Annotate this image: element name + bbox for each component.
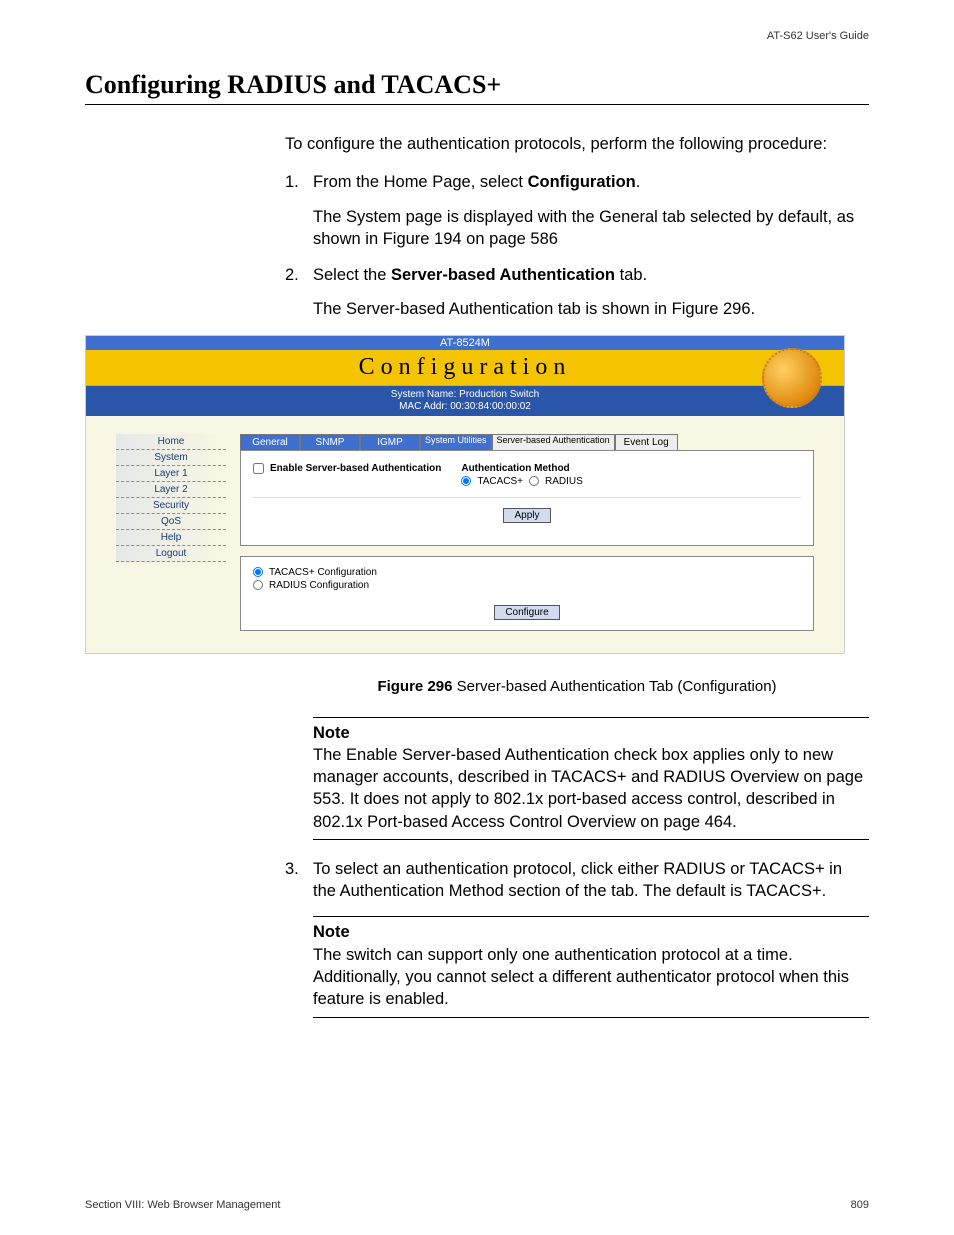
- auth-method-group: Authentication Method TACACS+ RADIUS: [461, 463, 582, 487]
- step-3-num: 3.: [285, 858, 299, 880]
- figure-caption-text: Server-based Authentication Tab (Configu…: [452, 678, 776, 695]
- step-2-text-b: tab.: [615, 266, 647, 284]
- fig-banner: Configuration: [86, 350, 844, 386]
- nav-home[interactable]: Home: [116, 434, 226, 450]
- step-2-text-a: Select the: [313, 266, 391, 284]
- radius-config-radio[interactable]: [253, 580, 263, 590]
- fig-panel-config: TACACS+ Configuration RADIUS Configurati…: [240, 556, 814, 631]
- tacacs-config-radio[interactable]: [253, 567, 263, 577]
- auth-tacacs-radio[interactable]: [461, 476, 471, 486]
- step-1-bold: Configuration: [528, 173, 636, 191]
- apply-button[interactable]: Apply: [503, 508, 550, 523]
- tab-event-log[interactable]: Event Log: [615, 434, 678, 450]
- note-2: Note The switch can support only one aut…: [313, 916, 869, 1017]
- configure-button[interactable]: Configure: [494, 605, 559, 620]
- nav-qos[interactable]: QoS: [116, 514, 226, 530]
- page-title: Configuring RADIUS and TACACS+: [85, 70, 869, 105]
- step-1-text-b: .: [636, 173, 641, 191]
- step-1-sub: The System page is displayed with the Ge…: [313, 206, 869, 251]
- figure-caption: Figure 296 Server-based Authentication T…: [285, 678, 869, 695]
- fig-sidebar: Home System Layer 1 Layer 2 Security QoS…: [116, 434, 226, 631]
- footer-section: Section VIII: Web Browser Management: [85, 1199, 280, 1211]
- fig-mac: MAC Addr: 00:30:84:00:00:02: [86, 401, 844, 413]
- step-2-sub: The Server-based Authentication tab is s…: [313, 298, 869, 320]
- step-3-text: To select an authentication protocol, cl…: [313, 860, 842, 900]
- figure-296: AT-8524M Configuration System Name: Prod…: [85, 335, 845, 654]
- tacacs-config-label: TACACS+ Configuration: [269, 567, 377, 578]
- header-guide: AT-S62 User's Guide: [85, 30, 869, 42]
- note-2-body: The switch can support only one authenti…: [313, 944, 869, 1011]
- note-1-body: The Enable Server-based Authentication c…: [313, 744, 869, 833]
- fig-sysname: System Name: Production Switch: [86, 389, 844, 401]
- note-2-title: Note: [313, 921, 869, 943]
- auth-method-label: Authentication Method: [461, 463, 582, 474]
- auth-radius-label: RADIUS: [545, 476, 583, 487]
- nav-system[interactable]: System: [116, 450, 226, 466]
- enable-sba-input[interactable]: [253, 463, 264, 474]
- step-2-num: 2.: [285, 264, 299, 286]
- tab-snmp[interactable]: SNMP: [300, 434, 360, 450]
- intro-text: To configure the authentication protocol…: [285, 133, 869, 155]
- fig-panel-main: Enable Server-based Authentication Authe…: [240, 450, 814, 546]
- enable-sba-label: Enable Server-based Authentication: [270, 463, 441, 474]
- note-1-title: Note: [313, 722, 869, 744]
- fig-device: AT-8524M: [86, 336, 844, 350]
- nav-layer2[interactable]: Layer 2: [116, 482, 226, 498]
- note-1: Note The Enable Server-based Authenticat…: [313, 717, 869, 840]
- figure-caption-label: Figure 296: [377, 678, 452, 695]
- step-2: 2. Select the Server-based Authenticatio…: [285, 264, 869, 321]
- step-1-num: 1.: [285, 171, 299, 193]
- nav-logout[interactable]: Logout: [116, 546, 226, 562]
- step-1-text-a: From the Home Page, select: [313, 173, 528, 191]
- enable-sba-checkbox[interactable]: Enable Server-based Authentication: [253, 463, 441, 474]
- nav-security[interactable]: Security: [116, 498, 226, 514]
- auth-radius-radio[interactable]: [529, 476, 539, 486]
- nav-help[interactable]: Help: [116, 530, 226, 546]
- auth-tacacs-label: TACACS+: [477, 476, 523, 487]
- tab-server-based-auth[interactable]: Server-based Authentication: [492, 434, 615, 450]
- step-1: 1. From the Home Page, select Configurat…: [285, 171, 869, 250]
- step-3: 3. To select an authentication protocol,…: [285, 858, 869, 903]
- tab-igmp[interactable]: IGMP: [360, 434, 420, 450]
- tab-system-utilities[interactable]: System Utilities: [420, 434, 492, 450]
- tab-general[interactable]: General: [240, 434, 300, 450]
- nav-layer1[interactable]: Layer 1: [116, 466, 226, 482]
- fig-subbar: System Name: Production Switch MAC Addr:…: [86, 386, 844, 416]
- brand-logo: [762, 348, 822, 408]
- footer-page: 809: [851, 1199, 869, 1211]
- radius-config-label: RADIUS Configuration: [269, 580, 369, 591]
- step-2-bold: Server-based Authentication: [391, 266, 615, 284]
